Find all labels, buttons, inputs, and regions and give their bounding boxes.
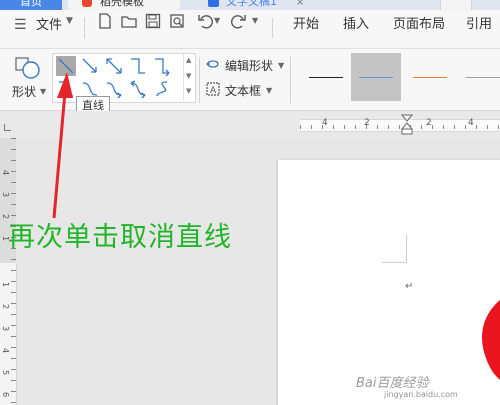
undo-dropdown-icon[interactable]: ▼	[214, 16, 220, 25]
line-sample	[413, 77, 447, 78]
document-page[interactable]	[278, 160, 500, 405]
heart-shape[interactable]	[478, 300, 500, 390]
new-tab-button[interactable]	[440, 0, 472, 10]
curved-double-arrow-icon	[130, 80, 146, 99]
svg-text:A: A	[210, 86, 217, 96]
shapes-icon[interactable]	[14, 56, 42, 80]
shapes-button[interactable]: 形状	[12, 83, 36, 100]
open-folder-icon[interactable]	[120, 12, 138, 30]
watermark-url: jingyan.baidu.com	[384, 390, 458, 399]
ruler-tick: 3	[1, 325, 11, 332]
line-style-black[interactable]	[301, 53, 351, 101]
tab-home[interactable]: 首页	[0, 0, 62, 10]
edit-shape-button[interactable]: 编辑形状	[225, 57, 273, 74]
margin-corner-mark	[406, 235, 407, 262]
quick-access-dropdown-icon[interactable]: ▼	[252, 16, 258, 25]
tab-document-label: 文字文稿1	[226, 0, 277, 8]
vertical-ruler-ticks	[11, 138, 16, 405]
gallery-scrollbar[interactable]: ▲ ▼ ▼	[183, 54, 195, 101]
ruler-tick: 2	[1, 303, 11, 310]
ruler-tick: 4	[1, 347, 11, 354]
textbox-button[interactable]: 文本框	[225, 82, 261, 99]
redo-icon[interactable]	[230, 12, 248, 30]
ruler-tick: 4	[1, 169, 11, 176]
menu-divider	[272, 18, 273, 38]
scroll-down-icon[interactable]: ▼	[186, 72, 191, 80]
file-menu[interactable]: 文件	[36, 14, 62, 33]
annotation-arrow	[52, 72, 73, 219]
ruler-tick: 5	[1, 369, 11, 376]
ruler-tick: 6	[1, 391, 11, 398]
print-preview-icon[interactable]	[168, 12, 186, 30]
scroll-up-icon[interactable]: ▲	[186, 56, 191, 64]
menu-insert[interactable]: 插入	[343, 13, 369, 32]
elbow-arrow-connector-icon	[155, 58, 170, 77]
elbow-connector-icon	[131, 58, 145, 74]
shape-elbow-arrow[interactable]	[152, 56, 172, 77]
line-sample	[309, 77, 343, 78]
undo-icon[interactable]	[196, 12, 214, 30]
curve-icon	[156, 81, 168, 97]
arrow-line-icon	[82, 58, 97, 73]
shape-curve[interactable]	[152, 79, 172, 99]
ribbon-divider	[199, 57, 200, 103]
ruler-ticks	[300, 125, 500, 129]
line-style-orange[interactable]	[405, 53, 455, 101]
menu-start[interactable]: 开始	[293, 13, 319, 32]
line-sample	[359, 77, 393, 78]
template-app-icon	[82, 0, 92, 7]
annotation-text: 再次单击取消直线	[8, 222, 232, 253]
ruler-tick: 1	[1, 281, 11, 288]
shape-double-arrow[interactable]	[104, 56, 124, 76]
ribbon-divider	[290, 57, 291, 103]
shape-curved-double-arrow[interactable]	[128, 79, 148, 99]
margin-corner-mark	[382, 262, 407, 263]
tab-templates[interactable]: 稻壳模板	[68, 0, 180, 10]
menu-references[interactable]: 引用	[466, 13, 492, 32]
tab-document[interactable]: 文字文稿1 ×	[200, 0, 340, 10]
tab-stop-selector[interactable]	[4, 124, 11, 131]
gallery-expand-icon[interactable]: ▼	[186, 87, 191, 95]
writer-doc-icon	[208, 0, 219, 7]
hamburger-menu-icon[interactable]: ☰	[14, 17, 27, 33]
paragraph-mark: ↵	[405, 281, 414, 292]
ruler-tick: 3	[1, 191, 11, 198]
new-document-icon[interactable]	[96, 12, 114, 30]
menu-divider	[84, 18, 85, 38]
double-arrow-line-icon	[106, 58, 122, 74]
line-style-blue[interactable]	[351, 53, 401, 101]
shape-arrow[interactable]	[80, 56, 100, 76]
indent-marker-icon[interactable]	[401, 114, 413, 136]
shape-elbow-connector[interactable]	[128, 56, 148, 76]
chevron-down-icon[interactable]: ▼	[278, 61, 284, 70]
save-icon[interactable]	[144, 12, 162, 30]
menu-page-layout[interactable]: 页面布局	[393, 13, 445, 32]
chevron-down-icon[interactable]: ▼	[66, 16, 73, 26]
tab-templates-label: 稻壳模板	[100, 0, 144, 8]
chevron-down-icon[interactable]: ▼	[266, 86, 272, 95]
edit-shape-icon[interactable]	[206, 57, 220, 71]
line-style-gray[interactable]	[458, 53, 500, 101]
watermark-logo: Bai百度经验	[356, 376, 429, 391]
line-sample	[466, 77, 500, 78]
textbox-icon[interactable]: A	[206, 82, 220, 96]
